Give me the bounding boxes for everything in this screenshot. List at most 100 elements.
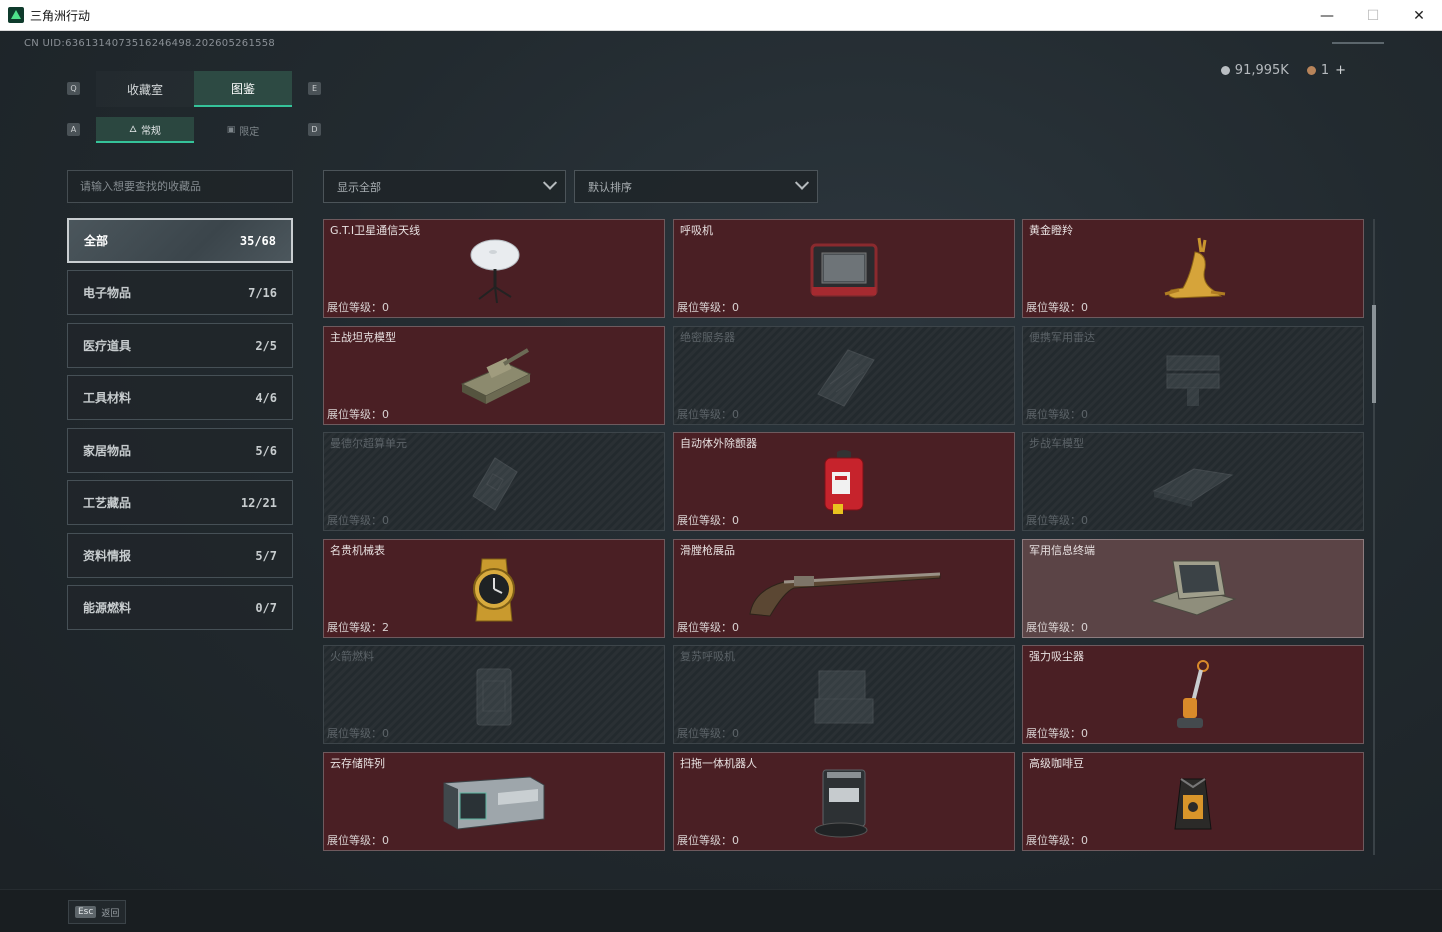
minimize-button[interactable]: — <box>1304 0 1350 31</box>
collection-card[interactable]: 黄金瞪羚 展位等级：0 <box>1022 219 1364 318</box>
collection-card[interactable]: 名贵机械表 展位等级：2 <box>323 539 665 638</box>
collection-card[interactable]: 呼吸机 展位等级：0 <box>673 219 1015 318</box>
category-count: 0/7 <box>255 600 277 615</box>
add-currency-button[interactable]: + <box>1335 63 1346 78</box>
level-prefix: 展位等级： <box>677 408 732 421</box>
level-prefix: 展位等级： <box>327 408 382 421</box>
collection-card[interactable]: 便携军用雷达 展位等级：0 <box>1022 326 1364 425</box>
key-hint-q: Q <box>67 82 80 95</box>
category-tools[interactable]: 工具材料 4/6 <box>67 375 293 420</box>
item-name: 强力吸尘器 <box>1029 650 1084 663</box>
level-prefix: 展位等级： <box>1026 727 1081 740</box>
collection-card[interactable]: 曼德尔超算单元 展位等级：0 <box>323 432 665 531</box>
musket-icon <box>749 572 941 617</box>
collection-card[interactable]: 主战坦克模型 展位等级：0 <box>323 326 665 425</box>
item-level: 展位等级：0 <box>327 299 389 315</box>
level-prefix: 展位等级： <box>677 301 732 314</box>
item-name: 火箭燃料 <box>330 650 374 663</box>
collection-card[interactable]: 绝密服务器 展位等级：0 <box>673 326 1015 425</box>
category-label: 医疗道具 <box>83 339 132 353</box>
back-button[interactable]: Esc 返回 <box>68 900 127 924</box>
level-value: 0 <box>382 408 389 421</box>
level-prefix: 展位等级： <box>1026 301 1081 314</box>
key-hint-a: A <box>67 123 80 136</box>
tab-regular[interactable]: 🜂 常规 <box>96 117 194 143</box>
collection-card[interactable]: 步战车模型 展位等级：0 <box>1022 432 1364 531</box>
level-prefix: 展位等级： <box>677 621 732 634</box>
level-prefix: 展位等级： <box>677 834 732 847</box>
search-input[interactable] <box>80 180 280 193</box>
collection-card[interactable]: 火箭燃料 展位等级：0 <box>323 645 665 744</box>
level-value: 0 <box>732 514 739 527</box>
item-level: 展位等级：0 <box>327 725 389 741</box>
tab-regular-label: 常规 <box>140 125 161 137</box>
collection-card[interactable]: 复苏呼吸机 展位等级：0 <box>673 645 1015 744</box>
category-count: 35/68 <box>239 233 276 248</box>
category-crafts[interactable]: 工艺藏品 12/21 <box>67 480 293 525</box>
chevron-down-icon <box>542 175 558 190</box>
decorative-line <box>1332 42 1384 44</box>
tab-catalog[interactable]: 图鉴 <box>194 71 292 107</box>
robot-vacuum-icon <box>814 769 868 838</box>
level-value: 0 <box>732 301 739 314</box>
window-controls: — ☐ ✕ <box>1304 0 1442 31</box>
category-label: 资料情报 <box>83 549 132 563</box>
category-fuel[interactable]: 能源燃料 0/7 <box>67 585 293 630</box>
item-level: 展位等级：0 <box>677 299 739 315</box>
key-hint-e: E <box>308 82 321 95</box>
level-value: 2 <box>382 621 389 634</box>
tab-limited-label: 限定 <box>239 126 260 138</box>
level-prefix: 展位等级： <box>1026 514 1081 527</box>
item-level: 展位等级：0 <box>1026 832 1088 848</box>
watch-icon <box>473 558 515 622</box>
scrollbar-thumb[interactable] <box>1372 305 1376 403</box>
category-intel[interactable]: 资料情报 5/7 <box>67 533 293 578</box>
back-label: 返回 <box>101 908 120 919</box>
item-name: 高级咖啡豆 <box>1029 757 1084 770</box>
uid-label: CN UID:6361314073516246498.202605261558 <box>24 38 276 49</box>
level-value: 0 <box>732 408 739 421</box>
item-level: 展位等级：0 <box>677 619 739 635</box>
item-level: 展位等级：0 <box>1026 299 1088 315</box>
category-all[interactable]: 全部 35/68 <box>67 218 293 263</box>
category-medical[interactable]: 医疗道具 2/5 <box>67 323 293 368</box>
radar-icon <box>1166 355 1220 407</box>
category-label: 家居物品 <box>83 444 132 458</box>
collection-card[interactable]: G.T.I卫星通信天线 展位等级：0 <box>323 219 665 318</box>
item-name: 自动体外除颤器 <box>680 437 757 450</box>
collection-card[interactable]: 军用信息终端 展位等级：0 <box>1022 539 1364 638</box>
level-prefix: 展位等级： <box>1026 834 1081 847</box>
show-filter-dropdown[interactable]: 显示全部 <box>323 170 566 203</box>
item-name: 绝密服务器 <box>680 331 735 344</box>
item-level: 展位等级：2 <box>327 619 389 635</box>
window-titlebar: 三角洲行动 — ☐ ✕ <box>0 0 1442 31</box>
bronze-coin-icon <box>1306 66 1316 75</box>
level-value: 0 <box>382 514 389 527</box>
category-electronics[interactable]: 电子物品 7/16 <box>67 270 293 315</box>
sort-dropdown[interactable]: 默认排序 <box>574 170 818 203</box>
item-level: 展位等级：0 <box>327 406 389 422</box>
level-value: 0 <box>382 834 389 847</box>
tab-collection-room[interactable]: 收藏室 <box>96 71 194 107</box>
collection-card[interactable]: 云存储阵列 展位等级：0 <box>323 752 665 851</box>
level-prefix: 展位等级： <box>1026 621 1081 634</box>
collection-card[interactable]: 滑膛枪展品 展位等级：0 <box>673 539 1015 638</box>
collection-card[interactable]: 高级咖啡豆 展位等级：0 <box>1022 752 1364 851</box>
chevron-down-icon <box>794 175 810 190</box>
close-button[interactable]: ✕ <box>1396 0 1442 31</box>
item-name: 云存储阵列 <box>330 757 385 770</box>
rocket-fuel-icon <box>476 668 512 726</box>
item-name: G.T.I卫星通信天线 <box>330 224 421 237</box>
level-prefix: 展位等级： <box>327 301 382 314</box>
collection-card[interactable]: 自动体外除颤器 展位等级：0 <box>673 432 1015 531</box>
level-value: 0 <box>1081 727 1088 740</box>
tab-limited[interactable]: ▣ 限定 <box>194 117 292 143</box>
category-count: 4/6 <box>255 390 277 405</box>
collection-card[interactable]: 扫拖一体机器人 展位等级：0 <box>673 752 1015 851</box>
coffee-beans-icon <box>1174 778 1212 830</box>
category-household[interactable]: 家居物品 5/6 <box>67 428 293 473</box>
app-logo-icon <box>8 7 24 23</box>
silver-currency: 91,995K <box>1220 63 1289 78</box>
maximize-button[interactable]: ☐ <box>1350 0 1396 31</box>
collection-card[interactable]: 强力吸尘器 展位等级：0 <box>1022 645 1364 744</box>
